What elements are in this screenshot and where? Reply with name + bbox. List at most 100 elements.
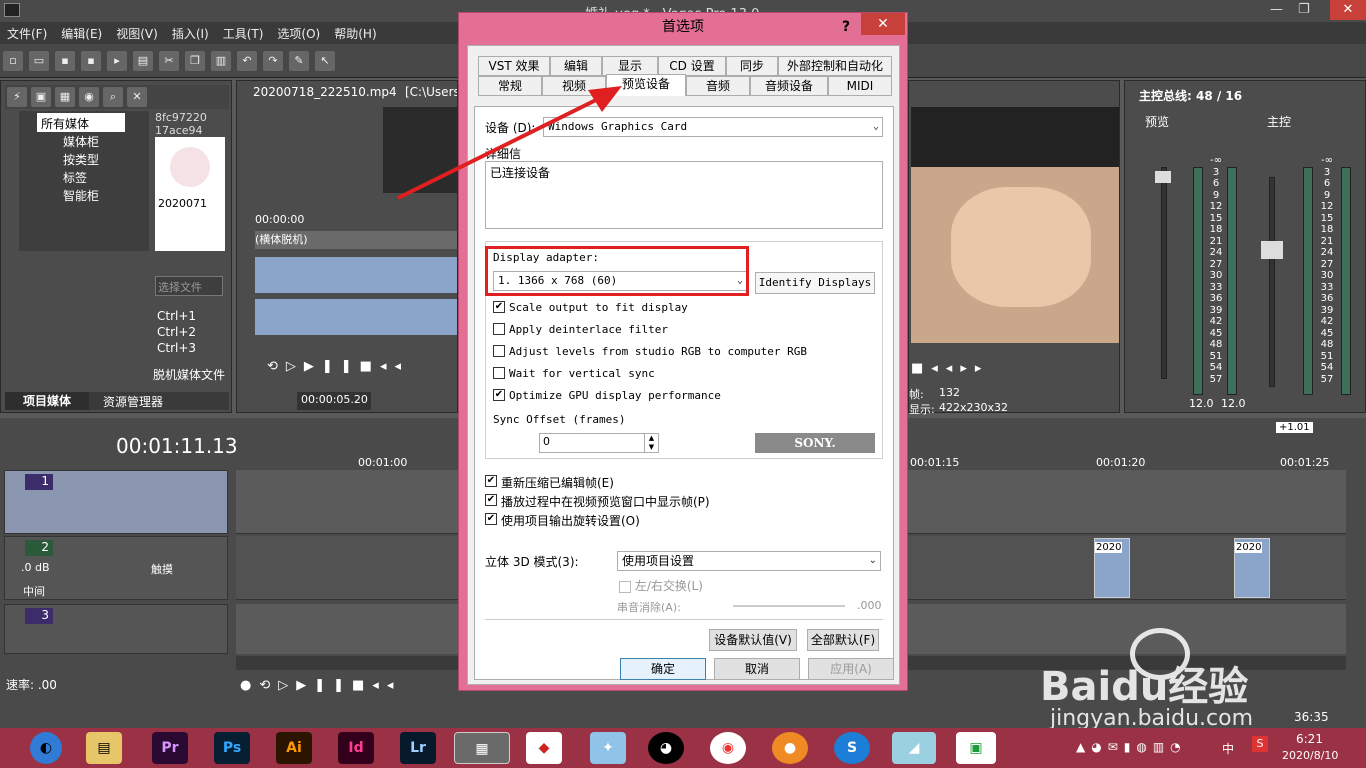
swap-checkbox-icon[interactable] (619, 580, 631, 593)
explorer-icon[interactable]: ⚡ (7, 87, 27, 107)
tree-by-type[interactable]: 按类型 (19, 150, 149, 168)
tab-external-control[interactable]: 外部控制和自动化 (778, 56, 892, 76)
device-defaults-button[interactable]: 设备默认值(V) (709, 629, 797, 651)
menu-edit[interactable]: 编辑(E) (54, 22, 109, 45)
checkbox-icon[interactable]: ✔ (493, 389, 505, 401)
tab-audio[interactable]: 音频 (686, 76, 750, 96)
identify-displays-button[interactable]: Identify Displays (755, 272, 875, 294)
dialog-close-icon[interactable]: ✕ (861, 13, 905, 35)
checkbox-icon[interactable]: ✔ (485, 475, 497, 487)
cursor-icon[interactable]: ↖ (315, 51, 335, 71)
qq-icon[interactable]: ◕ (648, 732, 684, 764)
save-icon[interactable]: ▪ (55, 51, 75, 71)
menu-insert[interactable]: 插入(I) (165, 22, 216, 45)
track-2-mode[interactable]: 触摸 (151, 561, 173, 577)
checkbox-icon[interactable]: ✔ (485, 513, 497, 525)
lightroom-icon[interactable]: Lr (400, 732, 436, 764)
help-icon[interactable]: ? (836, 17, 856, 37)
stereo-mode-select[interactable]: 使用项目设置 ⌄ (617, 551, 881, 571)
spinner-icon[interactable]: ▲ ▼ (644, 434, 658, 452)
tab-midi[interactable]: MIDI (828, 76, 892, 96)
app-icon-2[interactable]: ✦ (590, 732, 626, 764)
copy-icon[interactable]: ❐ (185, 51, 205, 71)
app-close-icon[interactable]: ✕ (1330, 0, 1366, 20)
premiere-icon[interactable]: Pr (152, 732, 188, 764)
tree-tags[interactable]: 标签 (19, 168, 149, 186)
tab-sync[interactable]: 同步 (726, 56, 778, 76)
tab-cd-settings[interactable]: CD 设置 (658, 56, 726, 76)
timeline-transport[interactable]: ●⟲▷▶❚❚■◂◂ (240, 678, 401, 693)
browser-icon[interactable]: ● (772, 732, 808, 764)
track-1-header[interactable]: 1 (4, 470, 228, 534)
vegas-taskbar-icon[interactable]: ▦ (454, 732, 510, 764)
web-icon[interactable]: ◉ (79, 87, 99, 107)
menu-help[interactable]: 帮助(H) (327, 22, 383, 45)
paste-icon[interactable]: ▥ (211, 51, 231, 71)
preview-fader[interactable] (1155, 171, 1171, 183)
save-as-icon[interactable]: ▪ (81, 51, 101, 71)
tab-display[interactable]: 显示 (602, 56, 658, 76)
search-icon[interactable]: ⌕ (103, 87, 123, 107)
checkbox-icon[interactable] (493, 367, 505, 379)
track-2-header[interactable]: 2 .0 dB 中间 触摸 (4, 536, 228, 600)
sogou-icon[interactable]: S (1252, 736, 1268, 752)
timeline-clip[interactable]: 2020 (1094, 538, 1130, 598)
cut-icon[interactable]: ✂ (159, 51, 179, 71)
trimmer-transport[interactable]: ⟲▷▶❚❚■◂◂ (267, 359, 409, 374)
app-icon-1[interactable]: ◆ (526, 732, 562, 764)
tab-editing[interactable]: 编辑 (550, 56, 602, 76)
tab-explorer[interactable]: 资源管理器 (103, 393, 163, 410)
tray-icons[interactable]: ▲◕✉▮◍▥◔ (1076, 740, 1187, 754)
import-icon[interactable]: ▣ (31, 87, 51, 107)
ime-indicator[interactable]: 中 (1222, 740, 1234, 757)
render-icon[interactable]: ▸ (107, 51, 127, 71)
search-app-icon[interactable]: S (834, 732, 870, 764)
redo-icon[interactable]: ↷ (263, 51, 283, 71)
apply-button[interactable]: 应用(A) (808, 658, 894, 680)
preview-transport[interactable]: ■◂◂▸▸ (911, 361, 989, 376)
checkbox-icon[interactable]: ✔ (485, 494, 497, 506)
photoshop-icon[interactable]: Ps (214, 732, 250, 764)
checkbox-icon[interactable]: ✔ (493, 301, 505, 313)
properties-icon[interactable]: ▤ (133, 51, 153, 71)
start-icon[interactable]: ◐ (30, 732, 62, 764)
media-thumbnail[interactable]: 8fc97220 17ace94 2020071 (155, 111, 225, 251)
track-3-header[interactable]: 3 (4, 604, 228, 654)
ok-button[interactable]: 确定 (620, 658, 706, 680)
indesign-icon[interactable]: Id (338, 732, 374, 764)
menu-file[interactable]: 文件(F) (0, 22, 54, 45)
minimize-icon[interactable]: — (1270, 2, 1283, 17)
menu-view[interactable]: 视图(V) (109, 22, 165, 45)
all-defaults-button[interactable]: 全部默认(F) (807, 629, 879, 651)
cancel-button[interactable]: 取消 (714, 658, 800, 680)
open-icon[interactable]: ▭ (29, 51, 49, 71)
app-icon-4[interactable]: ▣ (956, 732, 996, 764)
menu-tools[interactable]: 工具(T) (216, 22, 271, 45)
restore-icon[interactable]: ❐ (1298, 2, 1310, 17)
sync-offset-input[interactable]: 0 ▲ ▼ (539, 433, 659, 453)
master-fader[interactable] (1261, 241, 1283, 259)
capture-icon[interactable]: ▦ (55, 87, 75, 107)
app-icon-3[interactable]: ◢ (892, 732, 936, 764)
crosstalk-slider[interactable] (733, 605, 845, 607)
tree-media-bins[interactable]: 媒体柜 (19, 132, 149, 150)
timeline-clip-2[interactable]: 2020 (1234, 538, 1270, 598)
tree-smart-bins[interactable]: 智能柜 (19, 186, 149, 204)
edit-tool-icon[interactable]: ✎ (289, 51, 309, 71)
illustrator-icon[interactable]: Ai (276, 732, 312, 764)
menu-options[interactable]: 选项(O) (270, 22, 327, 45)
chrome-icon[interactable]: ◉ (710, 732, 746, 764)
delete-icon[interactable]: ✕ (127, 87, 147, 107)
tree-all-media[interactable]: 所有媒体 (37, 113, 125, 132)
undo-icon[interactable]: ↶ (237, 51, 257, 71)
new-icon[interactable]: ▫ (3, 51, 23, 71)
search-input[interactable]: 选择文件 (155, 276, 223, 296)
checkbox-icon[interactable] (493, 345, 505, 357)
meter-scale-tick: 36 (1209, 293, 1223, 304)
file-explorer-icon[interactable]: ▤ (86, 732, 122, 764)
tab-audio-device[interactable]: 音频设备 (750, 76, 828, 96)
swap-option[interactable]: 左/右交换(L) (619, 577, 703, 594)
tab-vst-effects[interactable]: VST 效果 (478, 56, 550, 76)
tab-project-media[interactable]: 项目媒体 (5, 392, 89, 410)
checkbox-icon[interactable] (493, 323, 505, 335)
